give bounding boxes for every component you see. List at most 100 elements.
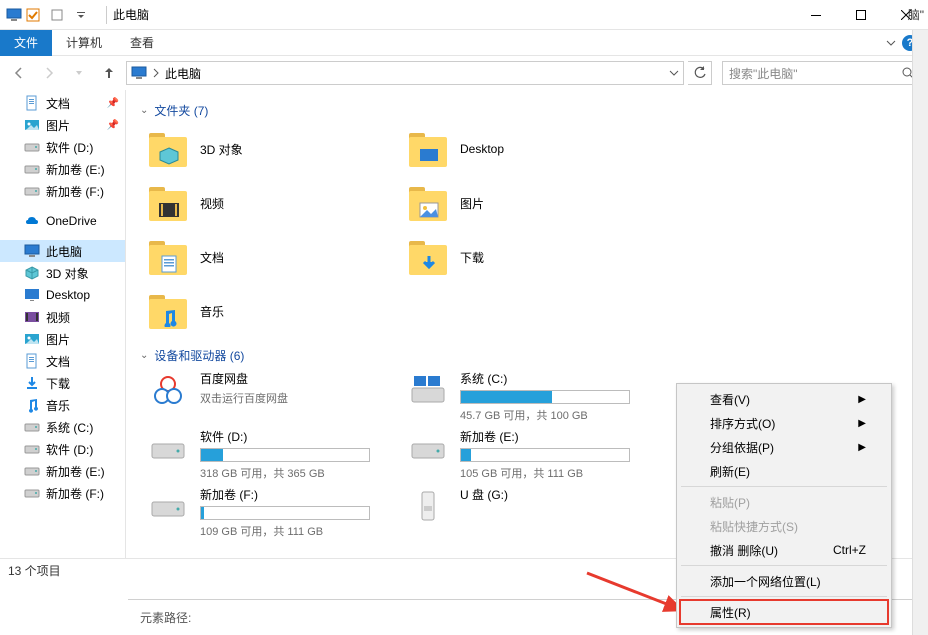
forward-button[interactable] [36, 60, 62, 86]
context-menu-item[interactable]: 分组依据(P)▶ [680, 435, 888, 459]
folder-icon [408, 183, 448, 223]
ribbon-tab-computer[interactable]: 计算机 [52, 30, 116, 56]
folder-label: 音乐 [200, 303, 224, 320]
drive-item[interactable]: 新加卷 (F:)109 GB 可用，共 111 GB [148, 484, 398, 540]
drive-info: 318 GB 可用，共 365 GB [200, 465, 398, 481]
qat-checkbox[interactable] [22, 4, 44, 26]
folder-icon [408, 237, 448, 277]
folder-label: 图片 [460, 195, 484, 212]
sidebar-item[interactable]: 下载 [0, 372, 125, 394]
drive-info: 109 GB 可用，共 111 GB [200, 523, 398, 539]
drive-item[interactable]: 百度网盘双击运行百度网盘 [148, 368, 398, 424]
folder-label: 视频 [200, 195, 224, 212]
folder-grid: 3D 对象 Desktop 视频 图片文档 下载音乐 [148, 123, 914, 337]
sidebar-item-label: 新加卷 (F:) [46, 183, 104, 200]
sidebar-item-label: 软件 (D:) [46, 441, 93, 458]
sidebar-item[interactable]: 此电脑 [0, 240, 125, 262]
context-menu-item[interactable]: 撤消 删除(U)Ctrl+Z [680, 538, 888, 562]
maximize-button[interactable] [838, 0, 883, 30]
sidebar-item-label: 系统 (C:) [46, 419, 93, 436]
ribbon-tab-file[interactable]: 文件 [0, 30, 52, 56]
ribbon-tab-view[interactable]: 查看 [116, 30, 168, 56]
folder-label: 3D 对象 [200, 141, 243, 158]
pc-icon [6, 7, 22, 23]
folder-item[interactable]: Desktop [408, 123, 658, 175]
drive-capacity-bar [460, 390, 630, 404]
folder-icon [148, 237, 188, 277]
drive-icon [408, 428, 448, 468]
sidebar-item[interactable]: 图片📌 [0, 114, 125, 136]
search-placeholder: 搜索"此电脑" [729, 65, 798, 82]
ribbon-collapse-icon[interactable] [886, 38, 896, 48]
folder-item[interactable]: 视频 [148, 177, 398, 229]
recent-dropdown[interactable] [66, 60, 92, 86]
group-title: 文件夹 (7) [154, 102, 208, 119]
context-menu-item[interactable]: 添加一个网络位置(L) [680, 569, 888, 593]
sidebar-item[interactable]: 3D 对象 [0, 262, 125, 284]
sidebar-item[interactable]: 软件 (D:) [0, 136, 125, 158]
chevron-right-icon: ▶ [858, 418, 866, 429]
chevron-right-icon: ▶ [858, 394, 866, 405]
address-dropdown-icon[interactable] [669, 68, 679, 78]
window-title: 此电脑 [113, 6, 149, 23]
sidebar-item-label: 新加卷 (E:) [46, 161, 105, 178]
sidebar-item-label: 此电脑 [46, 243, 82, 260]
sidebar-item[interactable]: 文档 [0, 350, 125, 372]
sidebar-item[interactable]: 新加卷 (F:) [0, 180, 125, 202]
folder-item[interactable]: 图片 [408, 177, 658, 229]
outer-scrollbar[interactable] [912, 30, 928, 635]
context-menu-item[interactable]: 刷新(E) [680, 459, 888, 483]
sidebar-item-label: Desktop [46, 288, 90, 302]
drive-icon [148, 428, 188, 468]
drive-item[interactable]: 软件 (D:)318 GB 可用，共 365 GB [148, 426, 398, 482]
folder-label: 下载 [460, 249, 484, 266]
sidebar-item-label: 视频 [46, 309, 70, 326]
folder-item[interactable]: 3D 对象 [148, 123, 398, 175]
sidebar-item-label: 文档 [46, 353, 70, 370]
context-menu-item[interactable]: 排序方式(O)▶ [680, 411, 888, 435]
drive-info: 45.7 GB 可用，共 100 GB [460, 407, 658, 423]
quick-access-toolbar [22, 4, 92, 26]
menu-label: 粘贴快捷方式(S) [710, 518, 798, 535]
group-header-drives[interactable]: ⌄ 设备和驱动器 (6) [140, 347, 914, 364]
folder-label: 文档 [200, 249, 224, 266]
qat-dropdown[interactable] [70, 4, 92, 26]
sidebar-item[interactable]: OneDrive [0, 210, 125, 232]
titlebar: 此电脑 [0, 0, 928, 30]
folder-item[interactable]: 文档 [148, 231, 398, 283]
menu-label: 撤消 删除(U) [710, 542, 778, 559]
sidebar-item[interactable]: 系统 (C:) [0, 416, 125, 438]
group-title: 设备和驱动器 (6) [154, 347, 244, 364]
chevron-down-icon: ⌄ [140, 350, 148, 361]
drive-info: 105 GB 可用，共 111 GB [460, 465, 658, 481]
sidebar-item[interactable]: Desktop [0, 284, 125, 306]
search-field[interactable]: 搜索"此电脑" [722, 61, 922, 85]
sidebar-item[interactable]: 视频 [0, 306, 125, 328]
group-header-folders[interactable]: ⌄ 文件夹 (7) [140, 102, 914, 119]
drive-capacity-bar [200, 506, 370, 520]
drive-item[interactable]: U 盘 (G:) [408, 484, 658, 540]
drive-item[interactable]: 系统 (C:)45.7 GB 可用，共 100 GB [408, 368, 658, 424]
folder-icon [148, 183, 188, 223]
up-button[interactable] [96, 60, 122, 86]
sidebar-item[interactable]: 新加卷 (F:) [0, 482, 125, 504]
folder-icon [408, 129, 448, 169]
sidebar-item[interactable]: 新加卷 (E:) [0, 460, 125, 482]
drive-item[interactable]: 新加卷 (E:)105 GB 可用，共 111 GB [408, 426, 658, 482]
address-field[interactable]: 此电脑 [126, 61, 684, 85]
context-menu-item[interactable]: 查看(V)▶ [680, 387, 888, 411]
refresh-button[interactable] [688, 61, 712, 85]
sidebar-item[interactable]: 图片 [0, 328, 125, 350]
sidebar-item[interactable]: 音乐 [0, 394, 125, 416]
sidebar-item[interactable]: 文档📌 [0, 92, 125, 114]
sidebar-item[interactable]: 新加卷 (E:) [0, 158, 125, 180]
folder-item[interactable]: 音乐 [148, 285, 398, 337]
page-fragment: 脑" [908, 6, 924, 23]
minimize-button[interactable] [793, 0, 838, 30]
folder-icon [148, 291, 188, 331]
sidebar-item[interactable]: 软件 (D:) [0, 438, 125, 460]
qat-item[interactable] [46, 4, 68, 26]
context-menu-item[interactable]: 属性(R) [680, 600, 888, 624]
folder-item[interactable]: 下载 [408, 231, 658, 283]
back-button[interactable] [6, 60, 32, 86]
